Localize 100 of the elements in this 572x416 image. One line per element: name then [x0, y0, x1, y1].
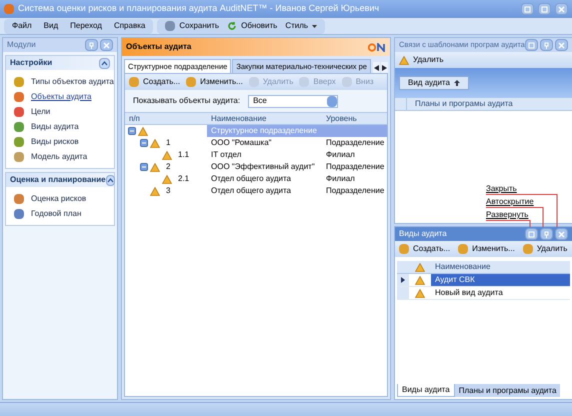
pin-icon — [542, 230, 550, 238]
module-link[interactable]: Годовой план — [6, 206, 114, 221]
style-dropdown[interactable]: Стиль — [285, 20, 318, 32]
callout-label: Развернуть — [486, 210, 530, 220]
row-selector[interactable] — [397, 274, 409, 286]
module-link[interactable]: Оценка рисков — [6, 191, 114, 206]
action-icon — [399, 244, 409, 254]
tree-number: 3 — [166, 185, 170, 197]
table-cell-text: Подразделение — [325, 137, 386, 149]
pin-button[interactable] — [85, 39, 98, 51]
action-icon — [458, 244, 468, 254]
tree-cell[interactable]: IT отдел — [207, 149, 322, 161]
tree-cell[interactable]: Отдел общего аудита — [207, 185, 322, 197]
tab[interactable]: Виды аудита — [397, 384, 455, 397]
filter-label: Показывать объекты аудита: — [133, 95, 240, 107]
table-cell-text: Подразделение — [325, 161, 386, 173]
caret-icon — [327, 96, 338, 106]
column-header[interactable]: п/п — [125, 113, 207, 125]
table-cell[interactable]: Аудит СВК — [431, 274, 570, 286]
close-icon — [558, 42, 565, 48]
table-cell — [322, 125, 387, 137]
module-link[interactable]: Модель аудита — [6, 149, 114, 164]
pin-button[interactable] — [540, 228, 553, 240]
action-button[interactable]: Создать... — [129, 76, 180, 88]
save-icon — [165, 21, 176, 31]
logo-icon — [368, 42, 386, 52]
table-cell-text: Филиал — [325, 173, 356, 185]
group-header[interactable]: Настройки — [6, 56, 114, 70]
window-title: Система оценки рисков и планирования аудита AuditNET™ - Иванов Сергей Юрьевич — [18, 2, 380, 16]
delete-icon — [399, 56, 409, 64]
collapse-icon[interactable] — [140, 163, 148, 171]
callout-label: Автоскрытие — [486, 197, 534, 207]
close-button[interactable] — [555, 3, 568, 15]
square-icon — [528, 230, 535, 238]
close-icon — [103, 42, 110, 48]
module-link[interactable]: Виды аудита — [6, 119, 114, 134]
column-header[interactable]: Наименование — [207, 113, 322, 125]
toolbar-button[interactable]: Сохранить — [165, 20, 220, 32]
group-title: Оценка и планирование — [10, 174, 106, 186]
pin-button[interactable] — [540, 39, 553, 51]
action-icon — [522, 244, 533, 254]
module-link[interactable]: Типы объектов аудита — [6, 74, 114, 89]
menu-item[interactable]: Вид — [44, 20, 58, 32]
close-button[interactable] — [100, 39, 113, 51]
action-icon — [248, 77, 259, 87]
row-pointer-icon — [401, 277, 405, 283]
pin-icon — [542, 42, 550, 48]
close-button[interactable] — [554, 228, 568, 240]
action-button[interactable]: Удалить — [522, 243, 568, 255]
callout-label: Закрыть — [486, 184, 518, 194]
action-icon — [129, 77, 139, 87]
action-button[interactable]: Изменить... — [458, 243, 515, 255]
left-arrow-icon — [374, 64, 379, 70]
delete-button[interactable]: Удалить — [399, 54, 444, 66]
close-button[interactable] — [554, 39, 568, 51]
pin-icon — [88, 42, 95, 48]
collapse-icon[interactable] — [128, 127, 136, 135]
action-button[interactable]: Изменить... — [186, 76, 243, 88]
maximize-button[interactable] — [538, 3, 551, 15]
collapse-icon[interactable] — [99, 58, 110, 68]
tree-cell[interactable]: ООО "Эффективный аудит" — [207, 161, 322, 173]
refresh-icon — [227, 21, 238, 31]
column-icon — [415, 262, 425, 272]
toolbar-button[interactable]: Обновить — [227, 20, 278, 32]
sort-up-icon — [454, 80, 460, 86]
tree-number: 1.1 — [178, 149, 190, 161]
module-link[interactable]: Виды рисков — [6, 134, 114, 149]
group-title: Настройки — [10, 57, 52, 69]
tree-cell[interactable]: Отдел общего аудита — [207, 173, 322, 185]
table-cell-text: Подразделение — [325, 185, 386, 197]
maximize-button[interactable] — [524, 39, 538, 51]
square-icon — [524, 6, 531, 12]
module-link[interactable]: Объекты аудита — [6, 89, 114, 104]
table-cell[interactable]: Новый вид аудита — [431, 287, 570, 299]
page-title: Объекты аудита — [126, 41, 192, 53]
panel-title: Виды аудита — [399, 228, 447, 240]
filter-dropdown[interactable]: Все — [248, 94, 338, 108]
menu-item[interactable]: Файл — [12, 20, 32, 32]
panel-title: Модули — [7, 39, 36, 51]
action-icon — [342, 77, 352, 87]
tree-number: 2 — [166, 161, 170, 173]
tree-number: 2.1 — [178, 173, 190, 185]
collapse-icon[interactable] — [140, 139, 148, 147]
action-icon — [299, 77, 310, 87]
close-icon — [558, 6, 565, 12]
minimize-button[interactable] — [521, 3, 534, 15]
tree-cell[interactable]: ООО "Ромашка" — [207, 137, 322, 149]
collapse-icon[interactable] — [106, 174, 115, 186]
menu-item[interactable]: Переход — [70, 20, 102, 32]
group-header[interactable]: Оценка и планирование — [6, 173, 114, 187]
column-header[interactable]: Уровень — [322, 113, 387, 125]
tab[interactable]: Планы и програмы аудита — [454, 384, 560, 397]
app-icon — [4, 4, 14, 14]
table-cell-text: Филиал — [325, 149, 356, 161]
menu-item[interactable]: Справка — [114, 20, 146, 32]
square-icon — [528, 42, 535, 48]
module-link[interactable]: Цели — [6, 104, 114, 119]
action-button[interactable]: Создать... — [399, 243, 450, 255]
maximize-button[interactable] — [524, 228, 538, 240]
group-chip[interactable]: Вид аудита — [399, 76, 469, 90]
